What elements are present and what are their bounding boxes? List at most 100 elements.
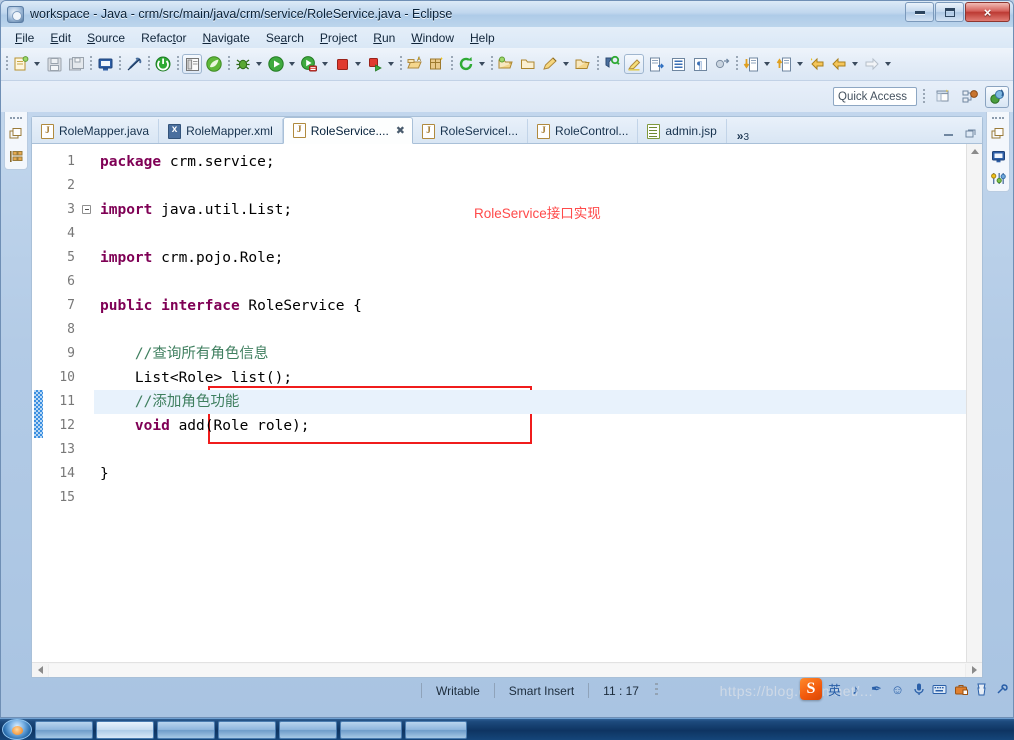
quick-access-input[interactable]: Quick Access <box>833 87 917 106</box>
ime-keyboard-icon[interactable] <box>931 681 948 698</box>
refresh-button[interactable] <box>455 51 488 77</box>
rail-handle[interactable] <box>8 114 24 121</box>
toggle-breadcrumb-button[interactable] <box>181 51 203 77</box>
menu-window[interactable]: Window <box>403 29 462 47</box>
refresh-dropdown[interactable] <box>476 54 487 74</box>
code-editor[interactable]: 1 2 3 4 5 6 7 8 9 10 11 12 13 14 15 RoleService接口实现 pa… <box>32 144 982 662</box>
code-line[interactable]: List<Role> list(); <box>94 366 966 390</box>
tab-admin-jsp[interactable]: admin.jsp <box>638 119 727 143</box>
search-button[interactable] <box>601 51 623 77</box>
debug-button[interactable] <box>232 51 265 77</box>
restore-view-icon[interactable] <box>989 125 1007 143</box>
hscroll-track[interactable] <box>48 663 966 677</box>
ime-music-icon[interactable]: ♪ <box>847 681 864 698</box>
open-perspective-button[interactable] <box>931 86 955 108</box>
taskbar-item-2[interactable] <box>96 720 154 739</box>
tab-overflow-button[interactable]: » 3 <box>727 129 759 143</box>
ime-skin-icon[interactable] <box>973 681 990 698</box>
open-folder2-button[interactable] <box>517 51 539 77</box>
code-line[interactable]: //查询所有角色信息 <box>94 342 966 366</box>
code-line[interactable] <box>94 174 966 198</box>
next-edit-button[interactable] <box>740 51 773 77</box>
taskbar-item-4[interactable] <box>218 720 276 739</box>
run-button[interactable] <box>265 51 298 77</box>
taskbar-item-6[interactable] <box>340 720 402 739</box>
scroll-left-icon[interactable] <box>32 663 48 678</box>
menu-source[interactable]: Source <box>79 29 133 47</box>
scroll-up-icon[interactable] <box>967 144 983 159</box>
terminate-button[interactable] <box>331 51 364 77</box>
code-line[interactable]: //添加角色功能 <box>94 390 966 414</box>
last-edit-location-button[interactable] <box>806 51 828 77</box>
debug-dropdown[interactable] <box>253 54 264 74</box>
previous-edit-dropdown[interactable] <box>794 54 805 74</box>
maximize-button[interactable] <box>935 2 964 22</box>
code-line[interactable] <box>94 438 966 462</box>
code-line[interactable] <box>94 270 966 294</box>
tab-rolemapper-java[interactable]: RoleMapper.java <box>32 119 160 143</box>
code-line[interactable]: public interface RoleService { <box>94 294 966 318</box>
menu-navigate[interactable]: Navigate <box>194 29 257 47</box>
tab-rolecontroller-java[interactable]: RoleControl... <box>528 119 639 143</box>
code-line[interactable] <box>94 318 966 342</box>
maximize-editor-icon[interactable] <box>964 127 978 139</box>
new-file-button[interactable] <box>10 51 43 77</box>
terminate-dropdown[interactable] <box>352 54 363 74</box>
save-button[interactable] <box>43 51 65 77</box>
highlight-button[interactable] <box>623 51 645 77</box>
back-dropdown[interactable] <box>849 54 860 74</box>
code-line[interactable]: package crm.service; <box>94 150 966 174</box>
taskbar-item-7[interactable] <box>405 720 467 739</box>
code-line[interactable]: import crm.pojo.Role; <box>94 246 966 270</box>
tab-roleservice-java[interactable]: RoleService.... ✖ <box>282 117 414 144</box>
status-drag-handle[interactable] <box>654 683 658 698</box>
run-external-button[interactable] <box>364 51 397 77</box>
minimize-button[interactable] <box>905 2 934 22</box>
menu-file[interactable]: File <box>7 29 42 47</box>
open-resource-button[interactable] <box>572 51 594 77</box>
toggle-block-selection-button[interactable] <box>667 51 689 77</box>
run-dropdown[interactable] <box>286 54 297 74</box>
perspective-java-button[interactable] <box>985 85 1009 108</box>
ime-toolbox-icon[interactable] <box>952 681 969 698</box>
tab-roleserviceimpl-java[interactable]: RoleServiceI... <box>413 119 529 143</box>
console-view-icon[interactable] <box>989 147 1007 165</box>
package-explorer-icon[interactable] <box>7 147 25 165</box>
ime-emoji-icon[interactable]: ☺ <box>889 681 906 698</box>
sogou-logo-icon[interactable]: S <box>800 678 822 700</box>
minimize-editor-icon[interactable] <box>942 127 956 139</box>
vertical-scrollbar[interactable] <box>966 144 982 662</box>
start-button[interactable] <box>2 719 32 740</box>
code-line[interactable]: } <box>94 462 966 486</box>
run-server-dropdown[interactable] <box>319 54 330 74</box>
taskbar-item-3[interactable] <box>157 720 215 739</box>
back-button[interactable] <box>828 51 861 77</box>
fold-collapse-icon[interactable] <box>82 205 91 214</box>
save-all-button[interactable] <box>65 51 87 77</box>
menu-run[interactable]: Run <box>365 29 403 47</box>
tab-close-icon[interactable]: ✖ <box>396 124 405 137</box>
run-on-server-button[interactable] <box>298 51 331 77</box>
forward-dropdown[interactable] <box>882 54 893 74</box>
rail-handle[interactable] <box>990 114 1006 121</box>
link-break-button[interactable] <box>123 51 145 77</box>
console-button[interactable] <box>94 51 116 77</box>
previous-edit-button[interactable] <box>773 51 806 77</box>
folding-ruler[interactable] <box>80 144 94 662</box>
menu-project[interactable]: Project <box>312 29 365 47</box>
menu-search[interactable]: Search <box>258 29 312 47</box>
code-line[interactable]: void add(Role role); <box>94 414 966 438</box>
spring-button[interactable] <box>203 51 225 77</box>
close-button[interactable]: × <box>965 2 1010 22</box>
open-folder-button[interactable] <box>495 51 517 77</box>
code-line[interactable] <box>94 486 966 510</box>
next-edit-dropdown[interactable] <box>761 54 772 74</box>
menu-help[interactable]: Help <box>462 29 503 47</box>
ime-mic-icon[interactable] <box>910 681 927 698</box>
run-external-dropdown[interactable] <box>385 54 396 74</box>
ime-language-icon[interactable]: 英 <box>826 681 843 698</box>
taskbar-item-5[interactable] <box>279 720 337 739</box>
open-task-button[interactable] <box>711 51 733 77</box>
open-type-button[interactable] <box>152 51 174 77</box>
menu-refactor[interactable]: Refactor <box>133 29 194 47</box>
